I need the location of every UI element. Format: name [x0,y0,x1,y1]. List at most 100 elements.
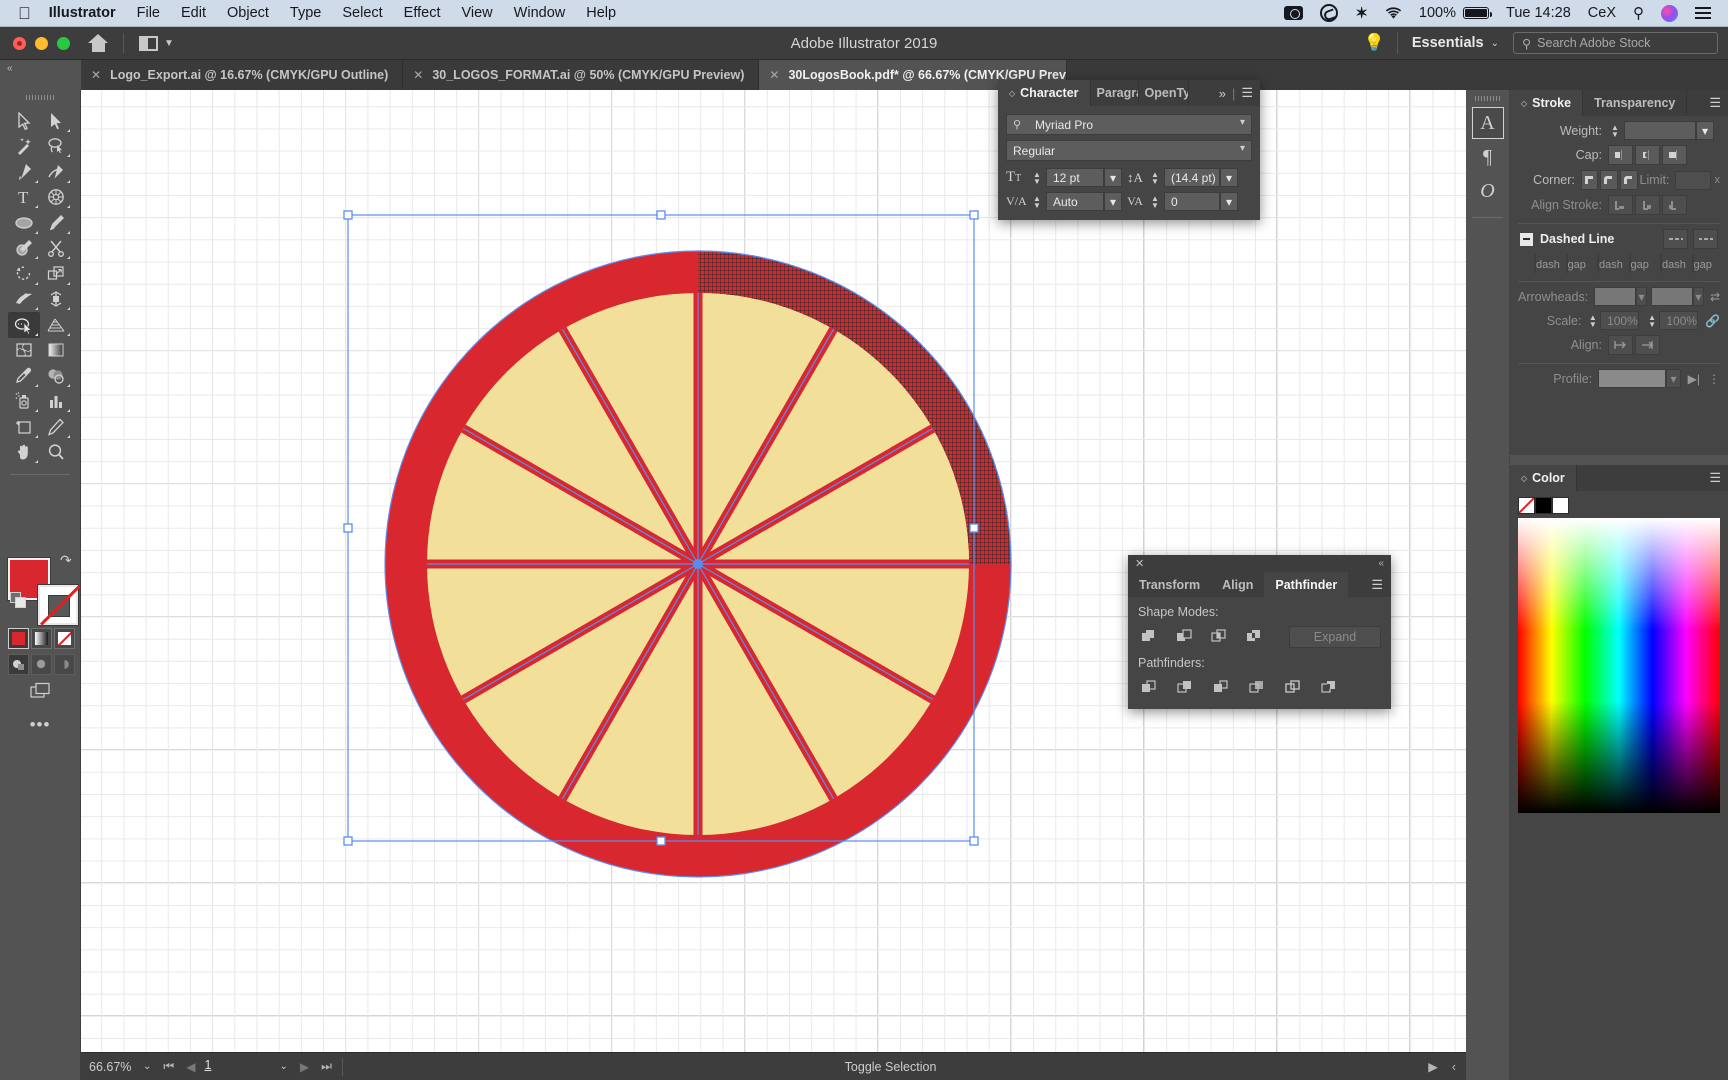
scale-start-field[interactable]: 100% [1600,311,1639,330]
type-tool[interactable]: T [8,185,40,211]
align-center-stroke-icon[interactable] [1608,195,1633,215]
previous-artboard-icon[interactable]: ◀ [186,1060,195,1074]
leading-stepper[interactable]: ▲ ▼ [1148,170,1162,185]
tracking-stepper[interactable]: ▲ ▼ [1148,194,1162,209]
tab-transparency[interactable]: Transparency [1583,90,1688,116]
gap-1[interactable]: gap [1565,254,1595,273]
mesh-tool[interactable] [8,338,40,364]
screen-mode-button[interactable] [30,682,52,705]
control-center-icon[interactable] [1695,7,1711,19]
outline-icon[interactable] [1282,677,1304,699]
tab-transform[interactable]: Transform [1128,572,1211,597]
character-panel-icon[interactable]: A [1471,107,1504,139]
weight-stepper[interactable]: ▲ ▼ [1608,123,1622,138]
projecting-cap-icon[interactable] [1662,145,1687,165]
width-tool[interactable] [8,287,40,313]
color-mode-button[interactable] [8,628,29,649]
gap-2[interactable]: gap [1628,254,1658,273]
close-icon[interactable]: ✕ [413,68,423,82]
merge-icon[interactable] [1210,677,1232,699]
close-icon[interactable]: ✕ [1135,557,1144,570]
panel-menu-icon[interactable]: ☰ [1241,85,1253,101]
round-join-icon[interactable] [1600,170,1618,190]
collapse-icon[interactable]: « [1378,558,1384,569]
align-arrow-place-icon[interactable] [1635,335,1660,355]
camera-icon[interactable] [1284,6,1304,20]
tab-paragraph[interactable]: Paragraph [1091,80,1139,106]
artboard-number-field[interactable]: 1 [199,1058,271,1076]
hand-tool[interactable] [8,440,40,466]
panel-menu-icon[interactable]: ☰ [1709,90,1728,116]
direct-selection-tool[interactable] [40,108,72,134]
draw-normal-button[interactable] [8,654,29,675]
menu-window[interactable]: Window [514,5,566,21]
last-artboard-icon[interactable]: ⏭ [321,1059,332,1074]
dash-1[interactable]: dash [1534,254,1563,273]
flip-across-icon[interactable]: ▶| [1688,372,1700,386]
chevron-down-icon[interactable]: ▾ [1240,143,1245,154]
next-artboard-icon[interactable]: ▶ [300,1060,309,1074]
magic-wand-tool[interactable] [8,134,40,160]
none-swatch-icon[interactable] [1518,497,1535,514]
arrowhead-start-chevron-icon[interactable]: ▾ [1635,287,1648,306]
menu-effect[interactable]: Effect [404,5,441,21]
menu-type[interactable]: Type [290,5,321,21]
leading-field[interactable]: (14.4 pt) [1164,168,1220,187]
chevron-down-icon[interactable]: ⌄ [1491,38,1499,49]
first-artboard-icon[interactable]: ⏮ [163,1059,174,1074]
scale-end-stepper[interactable]: ▲ ▼ [1647,313,1658,328]
edit-toolbar-icon[interactable]: ••• [0,715,80,735]
panel-collapse-icon[interactable]: ◇ [1521,474,1527,483]
none-mode-button[interactable] [54,628,75,649]
menu-object[interactable]: Object [227,5,269,21]
butt-cap-icon[interactable] [1608,145,1633,165]
arrowhead-end-dropdown[interactable] [1651,287,1693,306]
swap-arrowheads-icon[interactable]: ⇄ [1710,290,1720,304]
siri-icon[interactable] [1661,4,1678,22]
color-spectrum[interactable] [1518,518,1720,813]
align-outside-stroke-icon[interactable] [1662,195,1687,215]
dash-preserve-exact-icon[interactable] [1663,229,1688,249]
crop-icon[interactable] [1246,677,1268,699]
font-size-stepper[interactable]: ▲ ▼ [1030,170,1044,185]
search-icon[interactable]: ⚲ [1633,4,1644,22]
zoom-chevron-icon[interactable]: ⌄ [143,1061,151,1072]
font-style-field[interactable]: Regular ▾ [1006,140,1252,161]
miter-join-icon[interactable] [1580,170,1599,190]
character-panel-overflow[interactable]: » | ☰ [1219,80,1260,106]
symbol-sprayer-tool[interactable] [8,389,40,415]
tab-align[interactable]: Align [1211,572,1264,597]
blend-tool[interactable] [40,363,72,389]
dock-grip[interactable] [1474,96,1501,101]
arrowhead-start-dropdown[interactable] [1594,287,1636,306]
ellipse-tool[interactable] [8,210,40,236]
chevron-down-icon[interactable]: ▾ [1240,117,1245,128]
kerning-chevron-icon[interactable]: ▾ [1104,192,1122,211]
tab-stroke[interactable]: ◇ Stroke [1510,90,1584,116]
menu-help[interactable]: Help [586,5,616,21]
resize-grip-icon[interactable]: ‹ [1452,1060,1456,1074]
artboard-tool[interactable] [8,414,40,440]
dashed-line-checkbox[interactable] [1520,232,1533,246]
swap-fill-stroke-icon[interactable]: ↷ [60,552,72,569]
arrowhead-end-chevron-icon[interactable]: ▾ [1692,287,1704,306]
menu-select[interactable]: Select [342,5,382,21]
close-icon[interactable]: ✕ [91,68,101,82]
battery-status[interactable]: 100% [1419,5,1493,21]
minus-front-icon[interactable] [1173,626,1195,648]
menu-file[interactable]: File [137,5,160,21]
creative-cloud-icon[interactable] [1320,4,1339,22]
panel-collapse-icon[interactable]: ◇ [1009,89,1015,98]
zoom-level-field[interactable]: 66.67% [81,1060,139,1074]
shaper-tool[interactable] [8,236,40,262]
panel-collapse-icon[interactable]: ◇ [1521,99,1527,108]
menu-view[interactable]: View [461,5,492,21]
tab-opentype[interactable]: OpenType [1139,80,1189,106]
intersect-icon[interactable] [1208,626,1230,648]
home-icon[interactable] [88,34,109,52]
pen-tool[interactable] [8,159,40,185]
dash-3[interactable]: dash [1660,254,1689,273]
slice-tool[interactable] [40,414,72,440]
rotate-tool[interactable] [8,261,40,287]
gap-3[interactable]: gap [1691,254,1721,273]
